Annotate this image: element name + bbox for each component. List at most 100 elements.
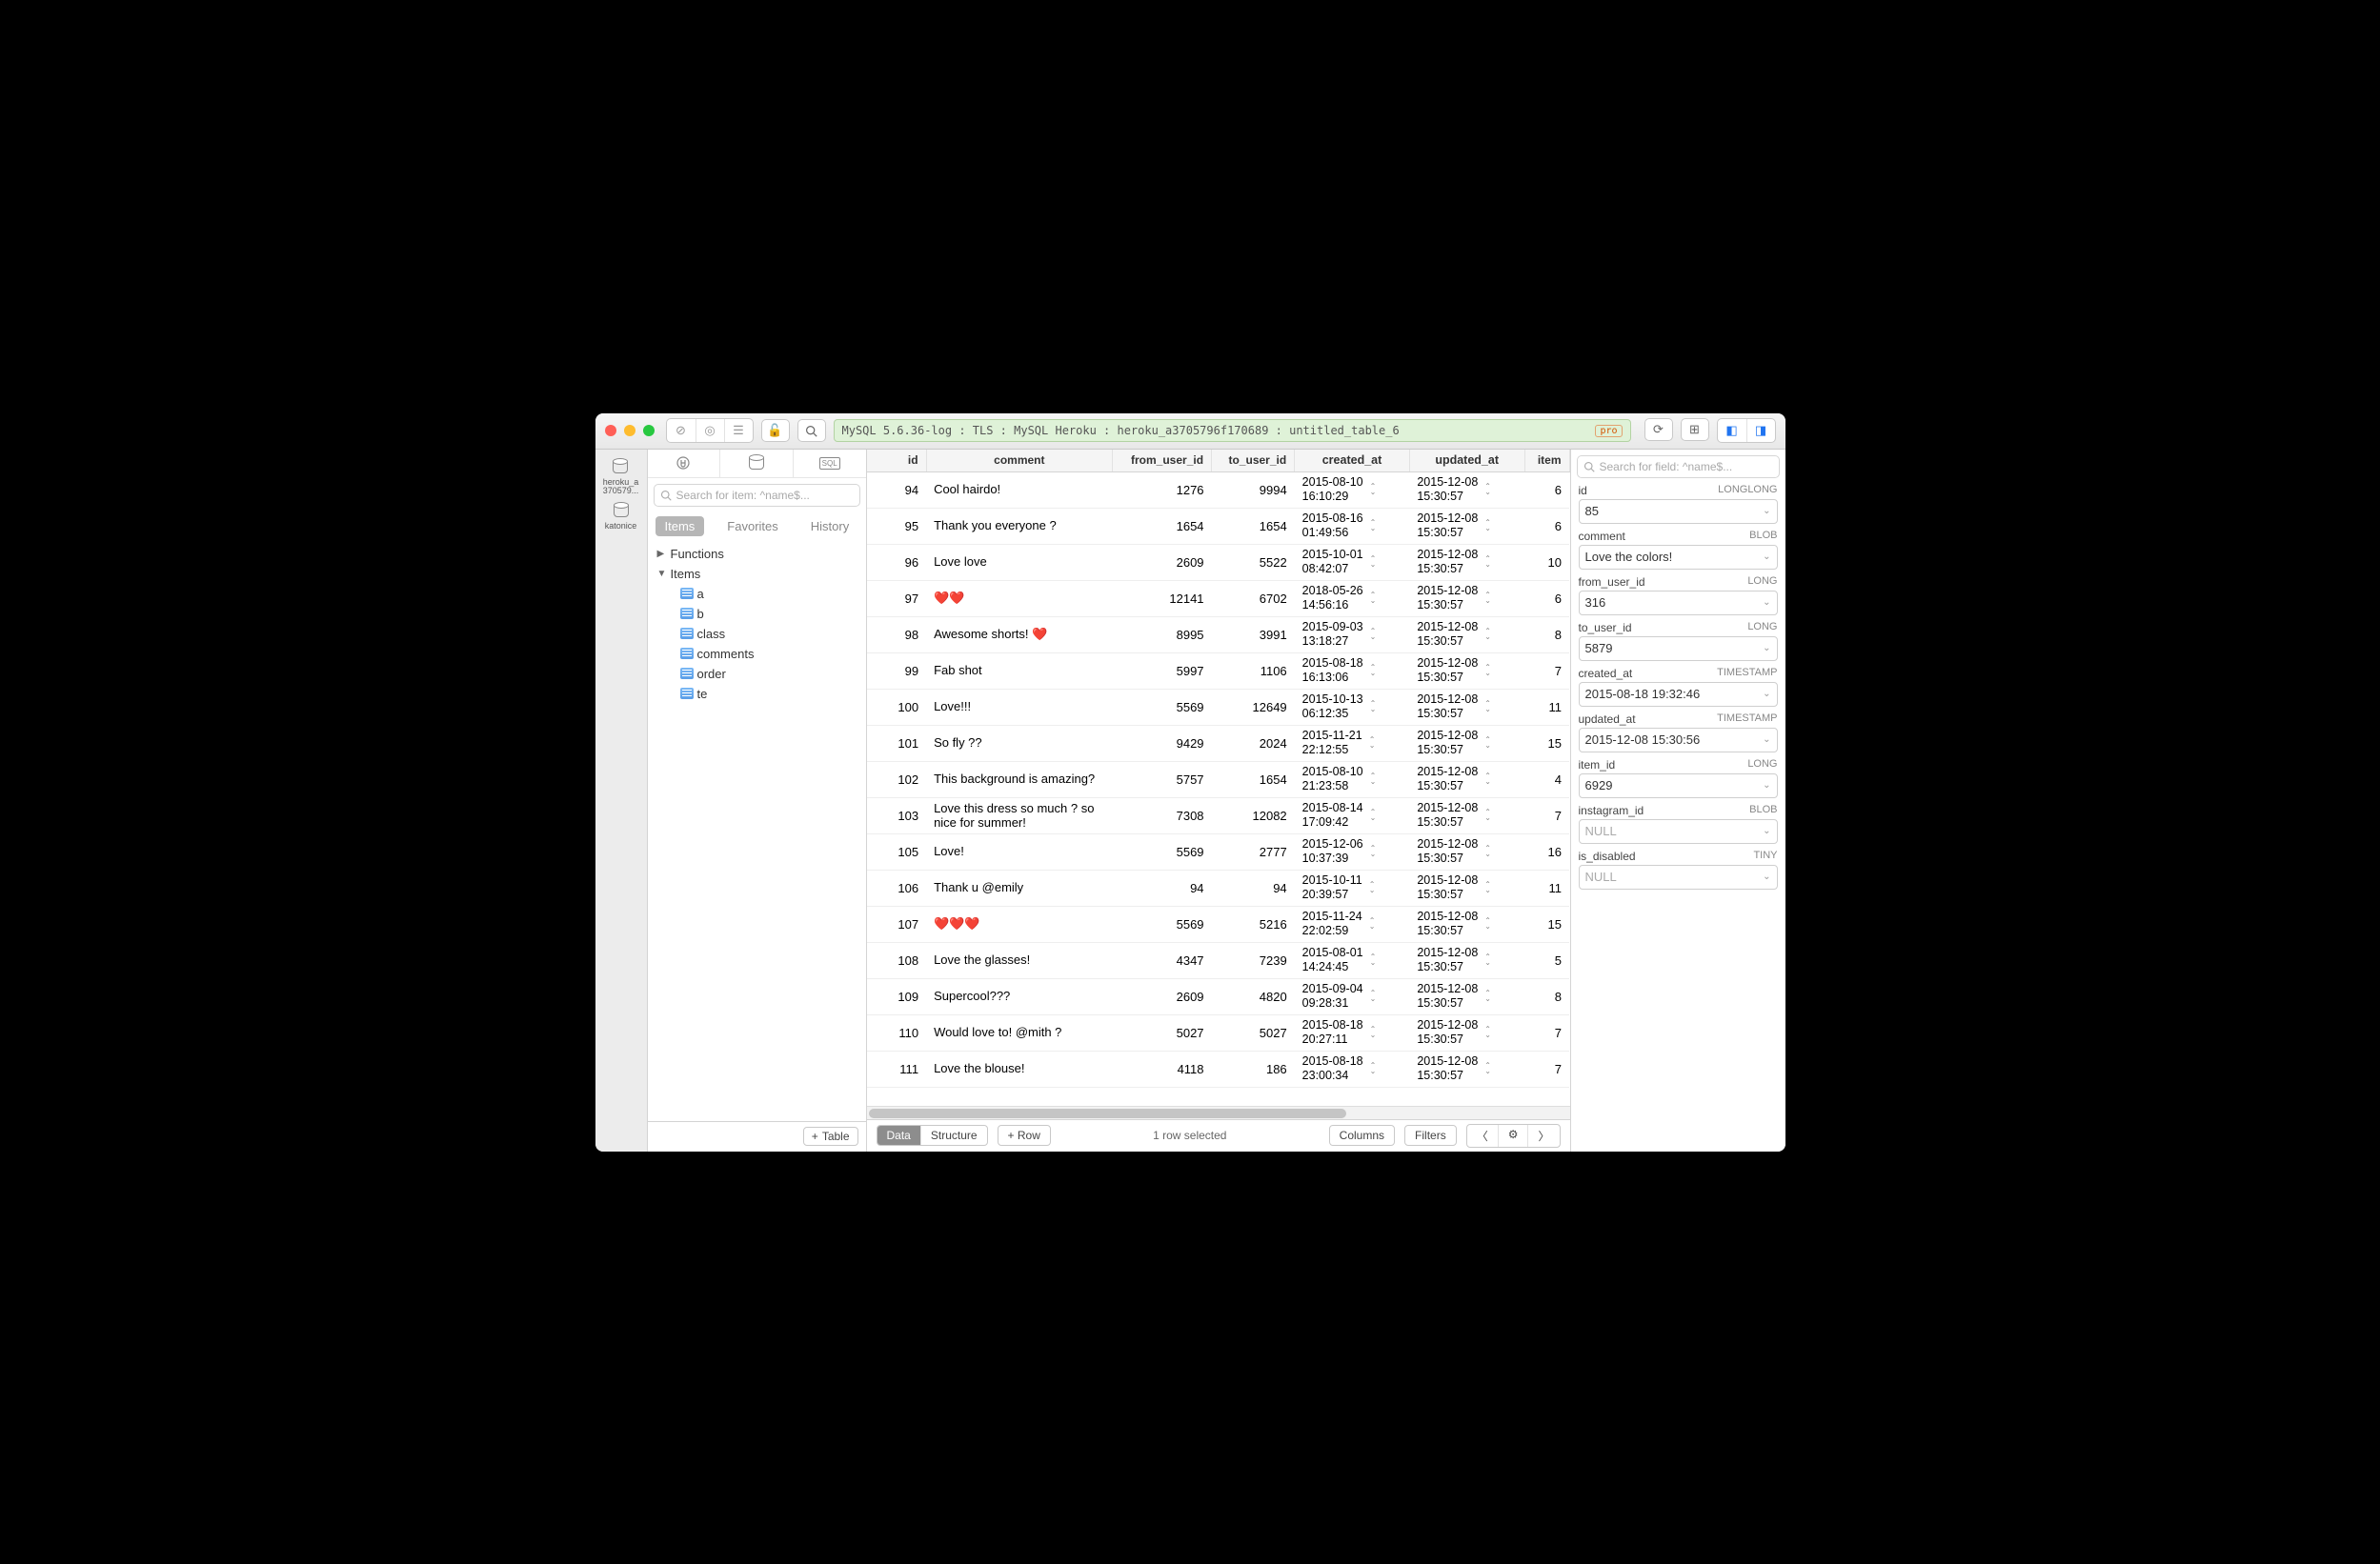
stepper-icon[interactable]: ⌃⌄ bbox=[1484, 954, 1491, 966]
cancel-icon[interactable]: ⊘ bbox=[667, 419, 696, 442]
stepper-icon[interactable]: ⌃⌄ bbox=[1484, 1063, 1491, 1074]
column-item[interactable]: item bbox=[1524, 450, 1569, 472]
next-button[interactable]: 〉 bbox=[1527, 1125, 1559, 1147]
stepper-icon[interactable]: ⌃⌄ bbox=[1484, 556, 1491, 568]
stepper-icon[interactable]: ⌃⌄ bbox=[1370, 629, 1377, 640]
stepper-icon[interactable]: ⌃⌄ bbox=[1369, 918, 1376, 930]
stepper-icon[interactable]: ⌃⌄ bbox=[1370, 773, 1377, 785]
breadcrumb[interactable]: MySQL 5.6.36-log : TLS : MySQL Heroku : … bbox=[834, 419, 1631, 442]
stepper-icon[interactable]: ⌃⌄ bbox=[1370, 1063, 1377, 1074]
tab-items[interactable]: Items bbox=[656, 516, 705, 536]
table-row[interactable]: 111Love the blouse!41181862015-08-18 23:… bbox=[867, 1051, 1570, 1087]
field-input[interactable]: 2015-08-18 19:32:46⌄ bbox=[1579, 682, 1778, 707]
add-row-button[interactable]: + Row bbox=[998, 1125, 1051, 1146]
table-row[interactable]: 99Fab shot599711062015-08-18 16:13:06⌃⌄2… bbox=[867, 652, 1570, 689]
table-row[interactable]: 105Love!556927772015-12-06 10:37:39⌃⌄201… bbox=[867, 833, 1570, 870]
inspector-search[interactable]: Search for field: ^name$... bbox=[1577, 455, 1780, 478]
table-row[interactable]: 100Love!!!5569126492015-10-13 06:12:35⌃⌄… bbox=[867, 689, 1570, 725]
sidebar-table-comments[interactable]: comments bbox=[648, 644, 866, 664]
stepper-icon[interactable]: ⌃⌄ bbox=[1370, 846, 1377, 857]
stepper-icon[interactable]: ⌃⌄ bbox=[1484, 592, 1491, 604]
sidebar-table-a[interactable]: a bbox=[648, 584, 866, 604]
filters-button[interactable]: Filters bbox=[1404, 1125, 1457, 1146]
field-input[interactable]: 6929⌄ bbox=[1579, 773, 1778, 798]
column-to_user_id[interactable]: to_user_id bbox=[1212, 450, 1295, 472]
stepper-icon[interactable]: ⌃⌄ bbox=[1370, 1027, 1377, 1038]
grid-icon[interactable]: ⊞ bbox=[1681, 418, 1709, 441]
connection-katonice[interactable]: katonice bbox=[605, 501, 637, 531]
tree-functions[interactable]: ▶Functions bbox=[648, 544, 866, 564]
tree-items[interactable]: ▼Items bbox=[648, 564, 866, 584]
field-input[interactable]: Love the colors!⌄ bbox=[1579, 545, 1778, 570]
plug-icon[interactable] bbox=[648, 450, 720, 477]
stepper-icon[interactable]: ⌃⌄ bbox=[1370, 665, 1377, 676]
sidebar-table-order[interactable]: order bbox=[648, 664, 866, 684]
tab-favorites[interactable]: Favorites bbox=[717, 516, 787, 536]
stepper-icon[interactable]: ⌃⌄ bbox=[1484, 629, 1491, 640]
table-header[interactable]: idcommentfrom_user_idto_user_idcreated_a… bbox=[867, 450, 1570, 472]
field-input[interactable]: 85⌄ bbox=[1579, 499, 1778, 524]
stepper-icon[interactable]: ⌃⌄ bbox=[1484, 520, 1491, 531]
stepper-icon[interactable]: ⌃⌄ bbox=[1484, 991, 1491, 1002]
refresh-icon[interactable]: ⟳ bbox=[1644, 418, 1673, 441]
stepper-icon[interactable]: ⌃⌄ bbox=[1370, 991, 1377, 1002]
search-icon[interactable] bbox=[797, 419, 826, 442]
table-row[interactable]: 101So fly ??942920242015-11-21 22:12:55⌃… bbox=[867, 725, 1570, 761]
add-table-button[interactable]: +Table bbox=[803, 1127, 858, 1146]
table-row[interactable]: 109Supercool???260948202015-09-04 09:28:… bbox=[867, 978, 1570, 1014]
column-comment[interactable]: comment bbox=[926, 450, 1113, 472]
stepper-icon[interactable]: ⌃⌄ bbox=[1370, 701, 1377, 712]
stepper-icon[interactable]: ⌃⌄ bbox=[1370, 810, 1377, 821]
stepper-icon[interactable]: ⌃⌄ bbox=[1484, 665, 1491, 676]
column-from_user_id[interactable]: from_user_id bbox=[1113, 450, 1212, 472]
table-row[interactable]: 97❤️❤️1214167022018-05-26 14:56:16⌃⌄2015… bbox=[867, 580, 1570, 616]
close-button[interactable] bbox=[605, 425, 616, 436]
column-id[interactable]: id bbox=[867, 450, 927, 472]
database-icon[interactable] bbox=[719, 450, 793, 477]
table-row[interactable]: 106Thank u @emily94942015-10-11 20:39:57… bbox=[867, 870, 1570, 906]
stepper-icon[interactable]: ⌃⌄ bbox=[1484, 1027, 1491, 1038]
column-created_at[interactable]: created_at bbox=[1295, 450, 1410, 472]
stepper-icon[interactable]: ⌃⌄ bbox=[1370, 592, 1377, 604]
maximize-button[interactable] bbox=[643, 425, 655, 436]
columns-button[interactable]: Columns bbox=[1329, 1125, 1395, 1146]
stepper-icon[interactable]: ⌃⌄ bbox=[1484, 701, 1491, 712]
table-row[interactable]: 94Cool hairdo!127699942015-08-10 16:10:2… bbox=[867, 471, 1570, 508]
table-row[interactable]: 96Love love260955222015-10-01 08:42:07⌃⌄… bbox=[867, 544, 1570, 580]
stepper-icon[interactable]: ⌃⌄ bbox=[1370, 556, 1377, 568]
table-row[interactable]: 103Love this dress so much ? so nice for… bbox=[867, 797, 1570, 833]
structure-tab[interactable]: Structure bbox=[920, 1126, 987, 1145]
table-row[interactable]: 102This background is amazing?5757165420… bbox=[867, 761, 1570, 797]
stepper-icon[interactable]: ⌃⌄ bbox=[1484, 810, 1491, 821]
lock-icon[interactable]: 🔓 bbox=[761, 419, 790, 442]
stepper-icon[interactable]: ⌃⌄ bbox=[1484, 484, 1491, 495]
table-row[interactable]: 98Awesome shorts! ❤️899539912015-09-03 1… bbox=[867, 616, 1570, 652]
tab-history[interactable]: History bbox=[801, 516, 858, 536]
left-panel-toggle[interactable]: ◧ bbox=[1718, 419, 1746, 442]
list-icon[interactable]: ☰ bbox=[724, 419, 753, 442]
prev-button[interactable]: 〈 bbox=[1467, 1125, 1498, 1147]
horizontal-scrollbar[interactable] bbox=[867, 1106, 1570, 1119]
stepper-icon[interactable]: ⌃⌄ bbox=[1370, 520, 1377, 531]
stepper-icon[interactable]: ⌃⌄ bbox=[1369, 737, 1376, 749]
sidebar-table-te[interactable]: te bbox=[648, 684, 866, 704]
table-row[interactable]: 95Thank you everyone ?165416542015-08-16… bbox=[867, 508, 1570, 544]
right-panel-toggle[interactable]: ◨ bbox=[1746, 419, 1775, 442]
stepper-icon[interactable]: ⌃⌄ bbox=[1484, 773, 1491, 785]
stepper-icon[interactable]: ⌃⌄ bbox=[1484, 918, 1491, 930]
table-row[interactable]: 107❤️❤️❤️556952162015-11-24 22:02:59⌃⌄20… bbox=[867, 906, 1570, 942]
stepper-icon[interactable]: ⌃⌄ bbox=[1369, 882, 1376, 893]
eye-icon[interactable]: ◎ bbox=[696, 419, 724, 442]
sidebar-table-b[interactable]: b bbox=[648, 604, 866, 624]
stepper-icon[interactable]: ⌃⌄ bbox=[1484, 737, 1491, 749]
field-input[interactable]: 5879⌄ bbox=[1579, 636, 1778, 661]
data-tab[interactable]: Data bbox=[877, 1126, 920, 1145]
sidebar-search[interactable]: Search for item: ^name$... bbox=[654, 484, 860, 507]
table-row[interactable]: 108Love the glasses!434772392015-08-01 1… bbox=[867, 942, 1570, 978]
stepper-icon[interactable]: ⌃⌄ bbox=[1370, 954, 1377, 966]
field-input[interactable]: NULL⌄ bbox=[1579, 819, 1778, 844]
column-updated_at[interactable]: updated_at bbox=[1409, 450, 1524, 472]
field-input[interactable]: NULL⌄ bbox=[1579, 865, 1778, 890]
gear-icon[interactable]: ⚙ bbox=[1498, 1125, 1528, 1147]
stepper-icon[interactable]: ⌃⌄ bbox=[1370, 484, 1377, 495]
